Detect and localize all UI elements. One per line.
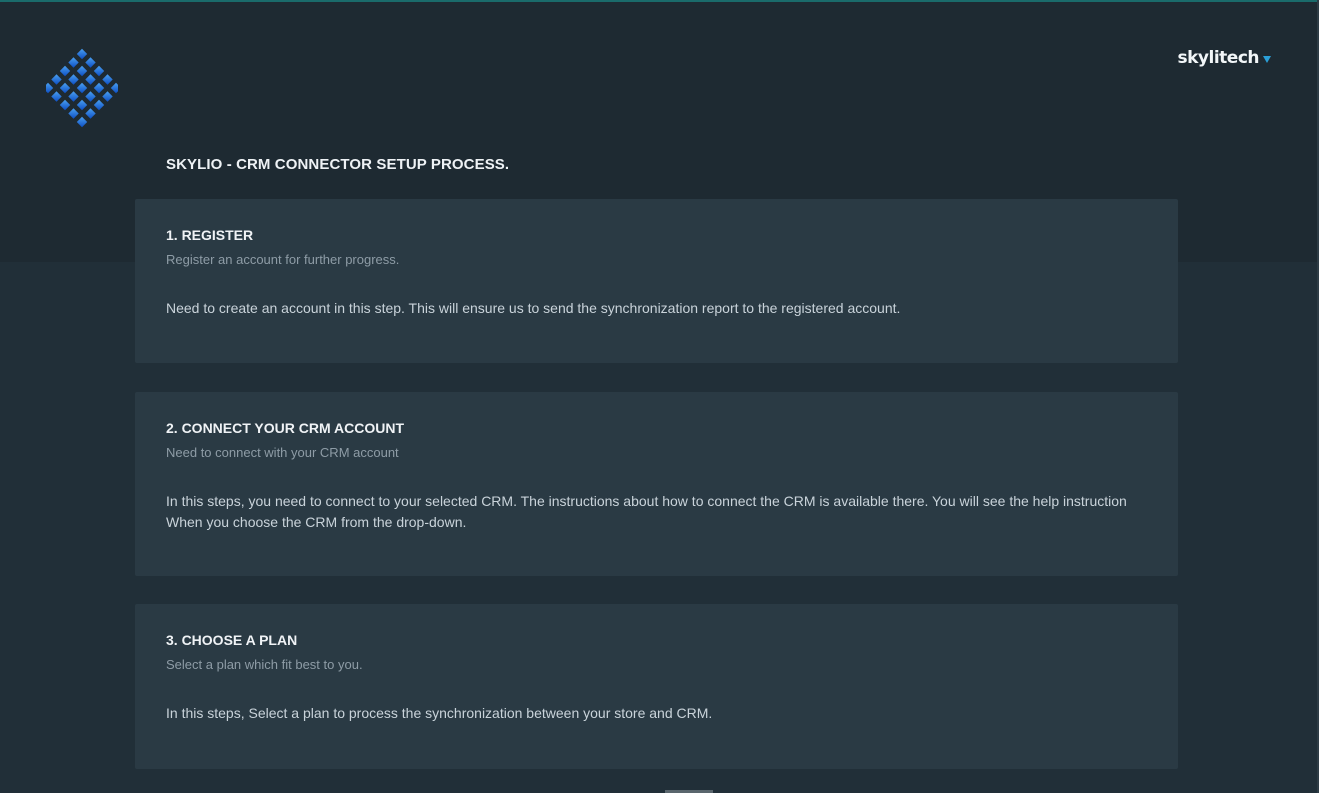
step-subtitle: Need to connect with your CRM account bbox=[166, 445, 399, 460]
logo-diamond-cell bbox=[76, 82, 88, 94]
step-title: 3. CHOOSE A PLAN bbox=[166, 632, 298, 648]
step-description: In this steps, you need to connect to yo… bbox=[166, 493, 1127, 530]
step-card-register: 1. REGISTER Register an account for furt… bbox=[135, 199, 1178, 363]
user-menu[interactable]: skylitech bbox=[1178, 48, 1271, 68]
logo-diamond-cell bbox=[76, 116, 88, 128]
logo-diamond-cell bbox=[59, 99, 71, 111]
step-subtitle: Register an account for further progress… bbox=[166, 252, 400, 267]
logo-diamond-cell bbox=[93, 99, 105, 111]
page-title: SKYLIO - CRM CONNECTOR SETUP PROCESS. bbox=[166, 156, 510, 173]
diamond-grid-logo-icon[interactable] bbox=[46, 48, 118, 128]
logo-diamond-cell bbox=[102, 91, 113, 102]
logo-diamond-cell bbox=[68, 74, 79, 85]
logo-diamond-cell bbox=[76, 48, 88, 60]
logo-diamond-cell bbox=[68, 57, 79, 68]
step-description: Need to create an account in this step. … bbox=[166, 300, 901, 316]
step-title: 2. CONNECT YOUR CRM ACCOUNT bbox=[166, 420, 405, 436]
logo-diamond-cell bbox=[59, 82, 71, 94]
logo-diamond-cell bbox=[85, 108, 96, 119]
logo-diamond-cell bbox=[85, 57, 96, 68]
logo-diamond-cell bbox=[51, 91, 62, 102]
chevron-down-icon[interactable] bbox=[1263, 56, 1271, 63]
logo-diamond-cell bbox=[85, 74, 96, 85]
logo-diamond-cell bbox=[102, 74, 113, 85]
logo-diamond-cell bbox=[76, 65, 88, 77]
step-title: 1. REGISTER bbox=[166, 227, 254, 243]
username-label[interactable]: skylitech bbox=[1178, 48, 1260, 68]
step-card-connect-crm: 2. CONNECT YOUR CRM ACCOUNT Need to conn… bbox=[135, 392, 1178, 576]
logo-diamond-cell bbox=[46, 82, 54, 94]
step-description: In this steps, Select a plan to process … bbox=[166, 705, 713, 721]
logo-diamond-cell bbox=[85, 91, 96, 102]
logo-diamond-cell bbox=[68, 91, 79, 102]
logo-diamond-cell bbox=[68, 108, 79, 119]
logo-diamond-cell bbox=[110, 82, 118, 94]
logo-diamond-cell bbox=[59, 65, 71, 77]
logo-diamond-cell bbox=[93, 82, 105, 94]
step-card-choose-plan: 3. CHOOSE A PLAN Select a plan which fit… bbox=[135, 604, 1178, 769]
logo-diamond-cell bbox=[51, 74, 62, 85]
logo-diamond-cell bbox=[93, 65, 105, 77]
logo-diamond-cell bbox=[76, 99, 88, 111]
step-subtitle: Select a plan which fit best to you. bbox=[166, 657, 363, 672]
